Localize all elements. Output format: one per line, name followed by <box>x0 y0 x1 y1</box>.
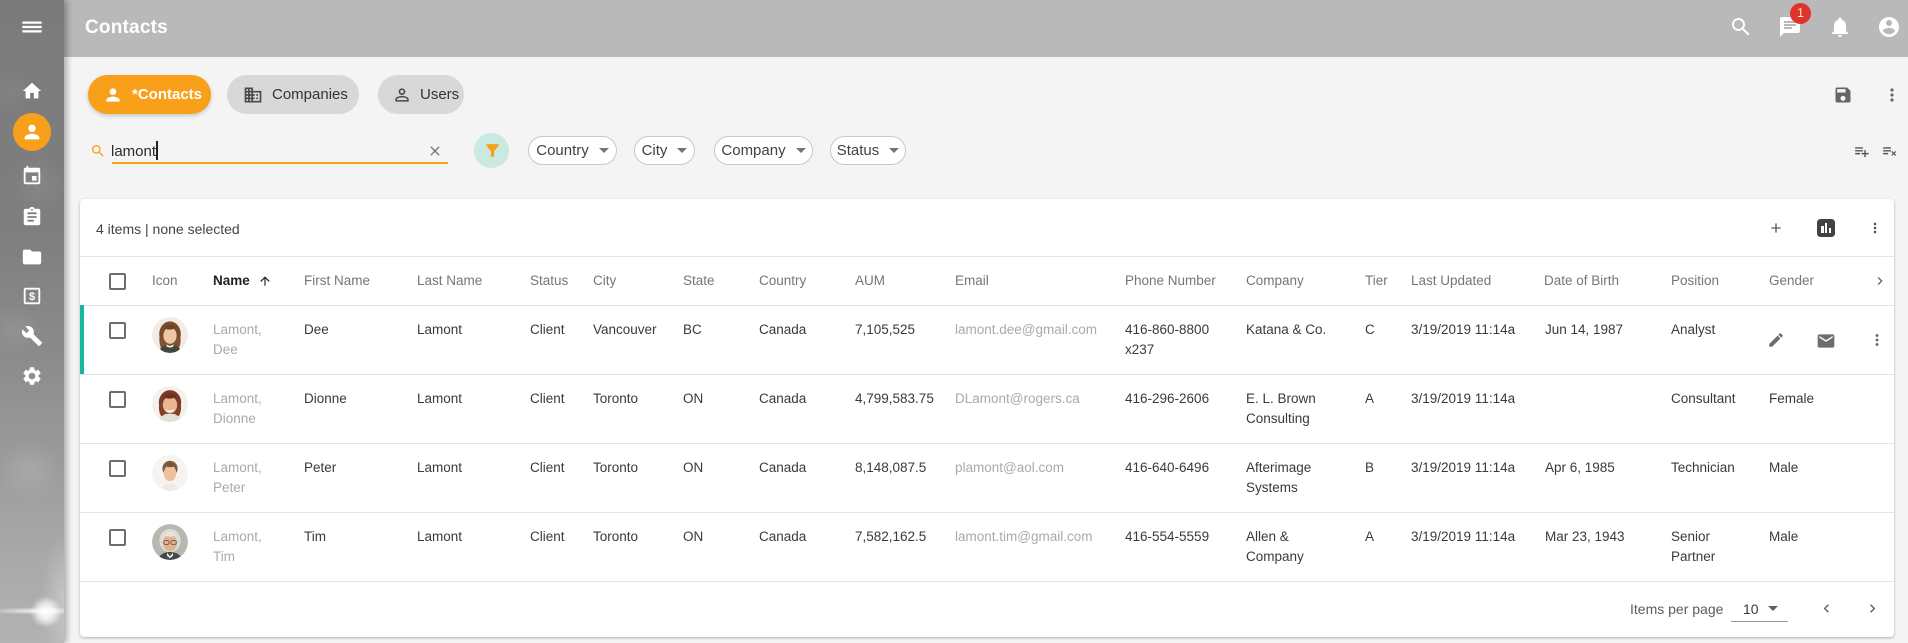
svg-text:$: $ <box>29 291 35 303</box>
